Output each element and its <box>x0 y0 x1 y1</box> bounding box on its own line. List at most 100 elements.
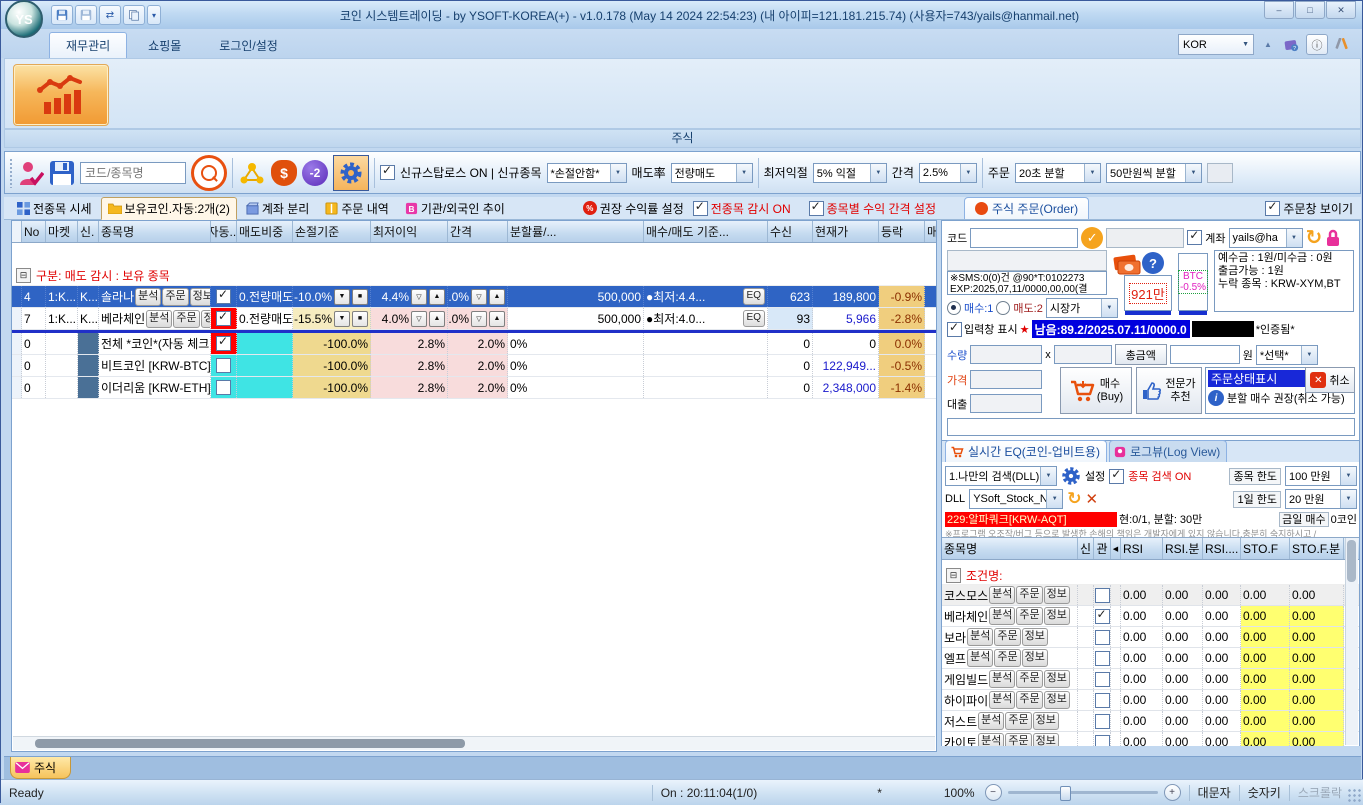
info-button[interactable]: 정보 <box>1022 628 1048 646</box>
watch-all-toggle[interactable]: 전종목 감시 ON <box>693 200 791 217</box>
spin-stop-icon[interactable]: ■ <box>352 311 368 327</box>
language-select[interactable]: KOR▼ <box>1178 34 1254 55</box>
col-recv[interactable]: 수신 <box>768 221 813 242</box>
info-icon[interactable]: ⓘ <box>1306 34 1328 55</box>
order-button[interactable]: 주문 <box>994 628 1020 646</box>
auto-checkbox[interactable] <box>216 358 231 373</box>
dll-close-icon[interactable]: ✕ <box>1085 490 1098 508</box>
stock-chart-button[interactable] <box>13 64 109 126</box>
watch-row[interactable]: 게임빌드분석주문정보 0.00 0.00 0.00 0.00 0.00 <box>942 669 1359 690</box>
tab-finance[interactable]: 재무관리 <box>49 32 127 58</box>
dll-refresh-icon[interactable]: ↻ <box>1067 489 1081 509</box>
code-input[interactable] <box>970 228 1078 248</box>
price-type-select[interactable]: 시장가 <box>1046 298 1118 318</box>
table-row[interactable]: 7 1:K... K... 베라체인분석주문정보 0.전량매도 -15.5%▼■… <box>12 308 936 330</box>
analyze-button[interactable]: 분석 <box>989 607 1015 625</box>
spin-down-icon[interactable]: ▼ <box>334 289 350 305</box>
info-button[interactable]: 정보 <box>1044 586 1070 604</box>
watch-checkbox[interactable] <box>1095 630 1110 645</box>
info-button[interactable]: 정보 <box>190 288 211 306</box>
auto-checkbox[interactable] <box>216 289 231 304</box>
order-button[interactable]: 주문 <box>162 288 188 306</box>
per-item-toggle[interactable]: 종목별 수익 간격 설정 <box>809 200 936 217</box>
spin-up-icon[interactable]: ▲ <box>489 289 505 305</box>
new-stoploss-checkbox[interactable] <box>380 165 395 180</box>
analyze-button[interactable]: 분석 <box>967 628 993 646</box>
my-search-select[interactable]: 1.나만의 검색(DLL) <box>945 466 1057 486</box>
col-last[interactable]: 매 <box>925 221 936 242</box>
auto-checkbox[interactable] <box>216 380 231 395</box>
sell-radio[interactable] <box>996 301 1010 315</box>
save-large-icon[interactable] <box>49 158 75 188</box>
money-bag-icon[interactable]: $ <box>271 158 297 188</box>
scrollbar-thumb[interactable] <box>35 739 465 748</box>
analyze-button[interactable]: 분석 <box>978 712 1004 730</box>
watch-row[interactable]: 저스트분석주문정보 0.00 0.00 0.00 0.00 0.00 <box>942 711 1359 732</box>
dll-select[interactable]: YSoft_Stock_N <box>969 489 1063 509</box>
toolbar-grip[interactable] <box>9 158 13 188</box>
watch-checkbox[interactable] <box>1095 609 1110 624</box>
total-amount-button[interactable]: 총금액 <box>1115 344 1167 365</box>
show-input-checkbox[interactable] <box>947 322 962 337</box>
col-basis[interactable]: 매수/매도 기준... <box>644 221 768 242</box>
info-button[interactable]: 정보 <box>201 310 211 328</box>
close-button[interactable]: ✕ <box>1326 1 1356 19</box>
code-search-input[interactable] <box>80 162 186 184</box>
spin-down-icon[interactable]: ▼ <box>334 311 350 327</box>
show-order-checkbox[interactable] <box>1265 201 1280 216</box>
tools-icon[interactable] <box>1332 35 1352 54</box>
eq-badge[interactable]: EQ <box>743 288 765 305</box>
money-icon[interactable] <box>1112 250 1142 278</box>
order-button[interactable]: 주문 <box>1005 733 1031 746</box>
memo-input[interactable] <box>947 418 1355 436</box>
sell-rate-select[interactable]: 전량매도 <box>671 163 753 183</box>
col-change[interactable]: 등락 <box>879 221 925 242</box>
col-gap[interactable]: 간격 <box>448 221 508 242</box>
collapse-ribbon-icon[interactable]: ▲ <box>1258 35 1278 54</box>
settings-gear-icon[interactable] <box>333 155 369 191</box>
table-row[interactable]: 0 비트코인 [KRW-BTC] -100.0% 2.8% 2.0% 0% 0 … <box>12 355 936 377</box>
expert-button[interactable]: 전문가추천 <box>1136 367 1202 414</box>
col-rsi-min[interactable]: RSI.분 <box>1163 538 1203 559</box>
stoploss-select[interactable]: *손절안함* <box>547 163 627 183</box>
spin-up-icon[interactable]: ▲ <box>489 311 505 327</box>
watch-all-checkbox[interactable] <box>693 201 708 216</box>
watch-checkbox[interactable] <box>1095 693 1110 708</box>
watch-checkbox[interactable] <box>1095 588 1110 603</box>
tab-holdings[interactable]: 보유코인.자동:2개(2) <box>101 197 237 220</box>
tab-realtime-eq[interactable]: 실시간 EQ(코인-업비트용) <box>945 440 1107 462</box>
col-rsi[interactable]: RSI <box>1121 538 1163 559</box>
save-icon[interactable] <box>51 5 73 25</box>
multiplier-input[interactable] <box>1054 345 1112 364</box>
tab-institution[interactable]: B기관/외국인 추이 <box>398 197 512 220</box>
analyze-button[interactable]: 분석 <box>146 310 172 328</box>
tab-account-split[interactable]: 계좌 분리 <box>239 197 317 220</box>
tab-shop[interactable]: 쇼핑몰 <box>131 32 198 58</box>
spin-stop-icon[interactable]: ■ <box>352 289 368 305</box>
spin-down-icon[interactable]: ▽ <box>471 311 487 327</box>
analyze-button[interactable]: 분석 <box>989 586 1015 604</box>
col-rsi-d[interactable]: RSI.... <box>1203 538 1241 559</box>
minus2-icon[interactable]: -2 <box>302 158 328 188</box>
watch-row[interactable]: 코스모스분석주문정보 0.00 0.00 0.00 0.00 0.00 <box>942 585 1359 606</box>
account-select[interactable]: yails@ha <box>1229 228 1303 248</box>
tab-all-quotes[interactable]: 전종목 시세 <box>10 197 99 220</box>
loan-input[interactable] <box>970 394 1042 413</box>
info-button[interactable]: 정보 <box>1022 649 1048 667</box>
tab-stock-bottom[interactable]: 주식 <box>10 757 71 779</box>
order-button[interactable]: 주문 <box>1005 712 1031 730</box>
sync-icon[interactable]: ⇄ <box>99 5 121 25</box>
info-button[interactable]: 정보 <box>1033 712 1059 730</box>
col-stop[interactable]: 손절기준 <box>293 221 371 242</box>
spin-up-icon[interactable]: ▲ <box>429 289 445 305</box>
order-button[interactable]: 주문 <box>1016 607 1042 625</box>
order-panel-tab[interactable]: 주식 주문(Order) <box>964 197 1089 219</box>
spin-down-icon[interactable]: ▽ <box>411 289 427 305</box>
watch-row[interactable]: 베라체인분석주문정보 0.00 0.00 0.00 0.00 0.00 <box>942 606 1359 627</box>
collapse-icon[interactable]: ⊟ <box>946 568 961 583</box>
watch-row[interactable]: 카이토분석주문정보 0.00 0.00 0.00 0.00 0.00 <box>942 732 1359 746</box>
save-as-icon[interactable] <box>75 5 97 25</box>
col-stof[interactable]: STO.F <box>1241 538 1290 559</box>
order-button[interactable]: 주문 <box>173 310 199 328</box>
limit-select[interactable]: 100 만원 <box>1285 466 1357 486</box>
